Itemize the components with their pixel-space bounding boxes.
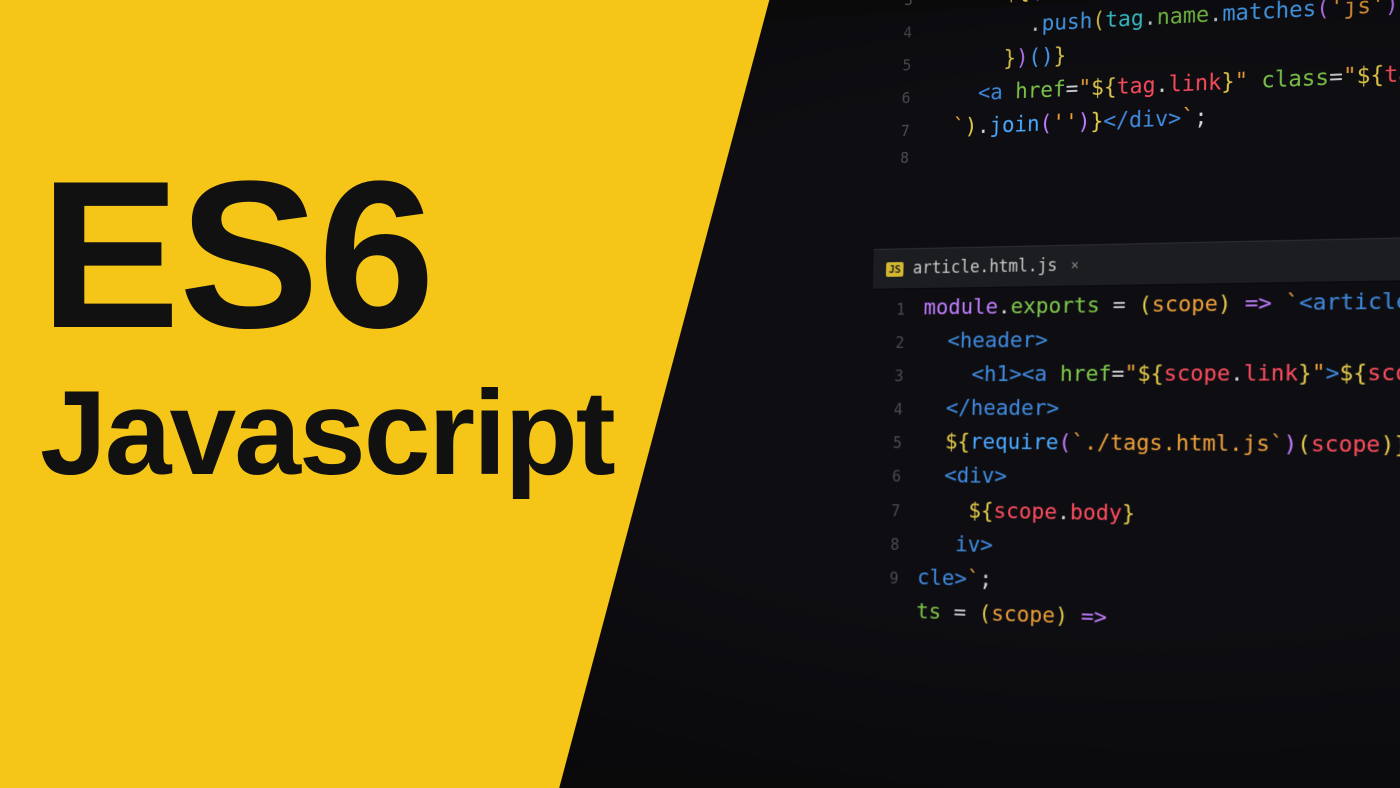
code-content: <h1><a href="${scope.link}">${scope.ti bbox=[922, 355, 1400, 392]
line-number: 3 bbox=[880, 0, 932, 14]
code-line: 3 <h1><a href="${scope.link}">${scope.ti bbox=[870, 355, 1400, 392]
line-number: 8 bbox=[876, 146, 928, 172]
code-line: 4 </header> bbox=[869, 392, 1400, 429]
editor-tabbar: JS article.html.js × bbox=[873, 232, 1400, 290]
line-number: 6 bbox=[868, 465, 920, 490]
banner-stage: 3 ${(() => { tag.classes = (tag.classes4… bbox=[0, 0, 1400, 788]
line-number: 7 bbox=[867, 498, 919, 523]
line-number: 5 bbox=[869, 432, 921, 457]
title-block: ES6 Javascript bbox=[40, 150, 614, 496]
code-content: <header> bbox=[922, 318, 1400, 359]
line-number: 6 bbox=[877, 86, 929, 112]
line-number: 9 bbox=[865, 566, 917, 592]
close-icon[interactable]: × bbox=[1071, 258, 1079, 274]
tab-filename[interactable]: article.html.js bbox=[913, 256, 1058, 278]
js-file-icon: JS bbox=[886, 262, 904, 277]
line-number: 1 bbox=[872, 298, 924, 323]
line-number: 8 bbox=[866, 532, 918, 558]
code-line: 2 <header> bbox=[871, 318, 1400, 359]
line-number: 3 bbox=[870, 365, 922, 389]
editor-pane-bottom: 1module.exports = (scope) => `<article>2… bbox=[864, 281, 1400, 655]
title-line-2: Javascript bbox=[40, 370, 614, 496]
code-content: </header> bbox=[921, 392, 1400, 429]
editor-pane-top: 3 ${(() => { tag.classes = (tag.classes4… bbox=[876, 0, 1400, 172]
line-number bbox=[864, 616, 916, 618]
line-number: 4 bbox=[879, 20, 931, 47]
line-number: 5 bbox=[878, 53, 930, 79]
line-number: 7 bbox=[877, 119, 929, 145]
line-number: 4 bbox=[869, 398, 921, 422]
line-number: 2 bbox=[871, 331, 923, 356]
title-line-1: ES6 bbox=[40, 150, 614, 360]
